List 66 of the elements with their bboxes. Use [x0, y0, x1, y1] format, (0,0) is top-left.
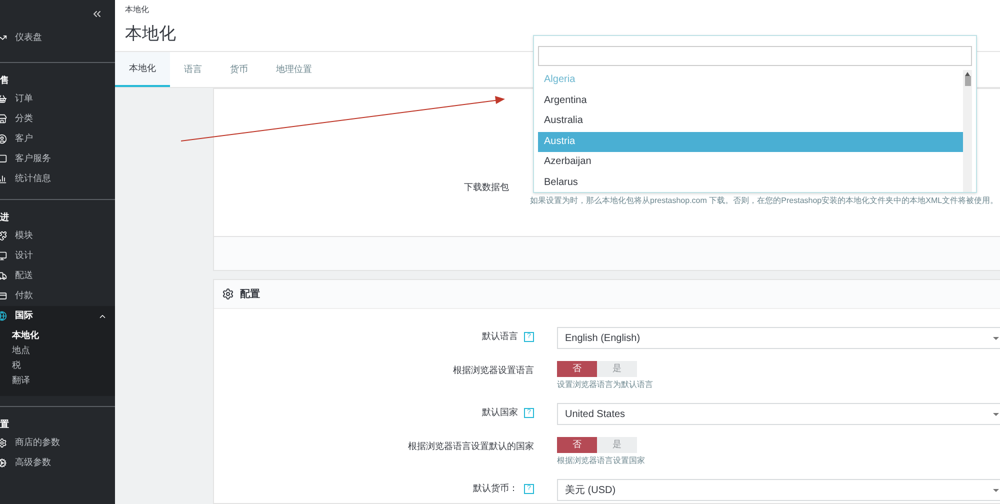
page-title: 本地化 — [125, 23, 177, 45]
dropdown-option[interactable]: Argentina — [538, 90, 963, 111]
field-label: 下载数据包 — [464, 181, 509, 194]
field-label: 根据浏览器语言设置默认的国家 — [408, 440, 534, 454]
section-title: 售 — [0, 74, 10, 87]
caret-icon — [993, 336, 999, 340]
sidebar-item[interactable]: 客户服务 — [0, 149, 115, 169]
collapse-icon[interactable] — [91, 8, 103, 20]
sidebar-item[interactable]: 商店的参数 — [0, 433, 115, 453]
section-title: 置 — [0, 418, 10, 431]
sidebar-item[interactable]: 高级参数 — [0, 453, 115, 473]
sidebar-item[interactable]: 国际 — [0, 306, 115, 326]
sidebar-item[interactable]: 统计信息 — [0, 169, 115, 189]
sidebar-item[interactable]: 订单 — [0, 89, 115, 109]
hint-text: 设置浏览器语言为默认语言 — [557, 379, 654, 391]
user-icon — [0, 134, 7, 144]
sidebar-item[interactable]: 分类 — [0, 109, 115, 129]
scrollbar-thumb[interactable] — [964, 76, 970, 86]
store-icon — [0, 114, 7, 124]
chart-line-icon — [0, 33, 7, 43]
dropdown-option[interactable]: Belarus — [538, 172, 963, 192]
scrollbar[interactable] — [963, 70, 972, 192]
settings-icon — [222, 288, 234, 300]
sidebar-item[interactable]: 模块 — [0, 226, 115, 246]
submenu-item[interactable]: 地点 — [12, 343, 115, 358]
truck-icon — [0, 271, 7, 281]
tab[interactable]: 本地化 — [115, 52, 170, 87]
submenu-item[interactable]: 翻译 — [12, 373, 115, 388]
settings-icon — [0, 438, 7, 448]
sidebar-item[interactable]: 配送 — [0, 266, 115, 286]
section-title: 进 — [0, 211, 10, 224]
caret-icon — [993, 488, 999, 492]
toggle-option[interactable]: 否 — [557, 437, 597, 453]
chat-icon — [0, 154, 7, 164]
monitor-icon — [0, 251, 7, 261]
dropdown-option[interactable]: Azerbaijan — [538, 152, 963, 172]
field-label: 根据浏览器设置语言 — [453, 364, 534, 378]
panel-title: 配置 — [240, 288, 260, 302]
hint-text: 如果设置为时，那么本地化包将从prestashop.com 下载。否则，在您的Prestashop安装的本地化文件夹中的本地XML文件将被使用。 — [530, 195, 998, 207]
select-field[interactable]: United States — [557, 403, 1000, 425]
sidebar-item[interactable]: 仪表盘 — [0, 28, 115, 48]
sidebar-item[interactable]: 付款 — [0, 286, 115, 306]
sidebar-item[interactable]: 设计 — [0, 246, 115, 266]
field-label: 默认语言 — [482, 330, 518, 344]
sidebar-item[interactable]: 客户 — [0, 129, 115, 149]
field-label: 默认货币： — [473, 482, 518, 496]
toggle-option[interactable]: 否 — [557, 361, 597, 377]
select-field[interactable]: 美元 (USD) — [557, 479, 1000, 501]
search-field[interactable] — [538, 46, 972, 66]
cog-icon — [0, 458, 7, 468]
field-label: 默认国家 — [482, 406, 518, 420]
tab[interactable]: 语言 — [170, 52, 216, 87]
bar-chart-icon — [0, 174, 7, 184]
caret-icon — [993, 412, 999, 416]
tab[interactable]: 货币 — [216, 52, 262, 87]
puzzle-icon — [0, 231, 7, 241]
hint-text: 根据浏览器语言设置国家 — [557, 455, 646, 467]
card-icon — [0, 291, 7, 301]
breadcrumb[interactable]: 本地化 — [125, 4, 990, 16]
submenu-item[interactable]: 本地化 — [12, 328, 115, 343]
select-field[interactable]: English (English) — [557, 327, 1000, 349]
tab[interactable]: 地理位置 — [262, 52, 326, 87]
globe-icon — [0, 311, 7, 321]
basket-icon — [0, 94, 7, 104]
dropdown-option[interactable]: Australia — [538, 111, 963, 132]
submenu-item[interactable]: 税 — [12, 358, 115, 373]
